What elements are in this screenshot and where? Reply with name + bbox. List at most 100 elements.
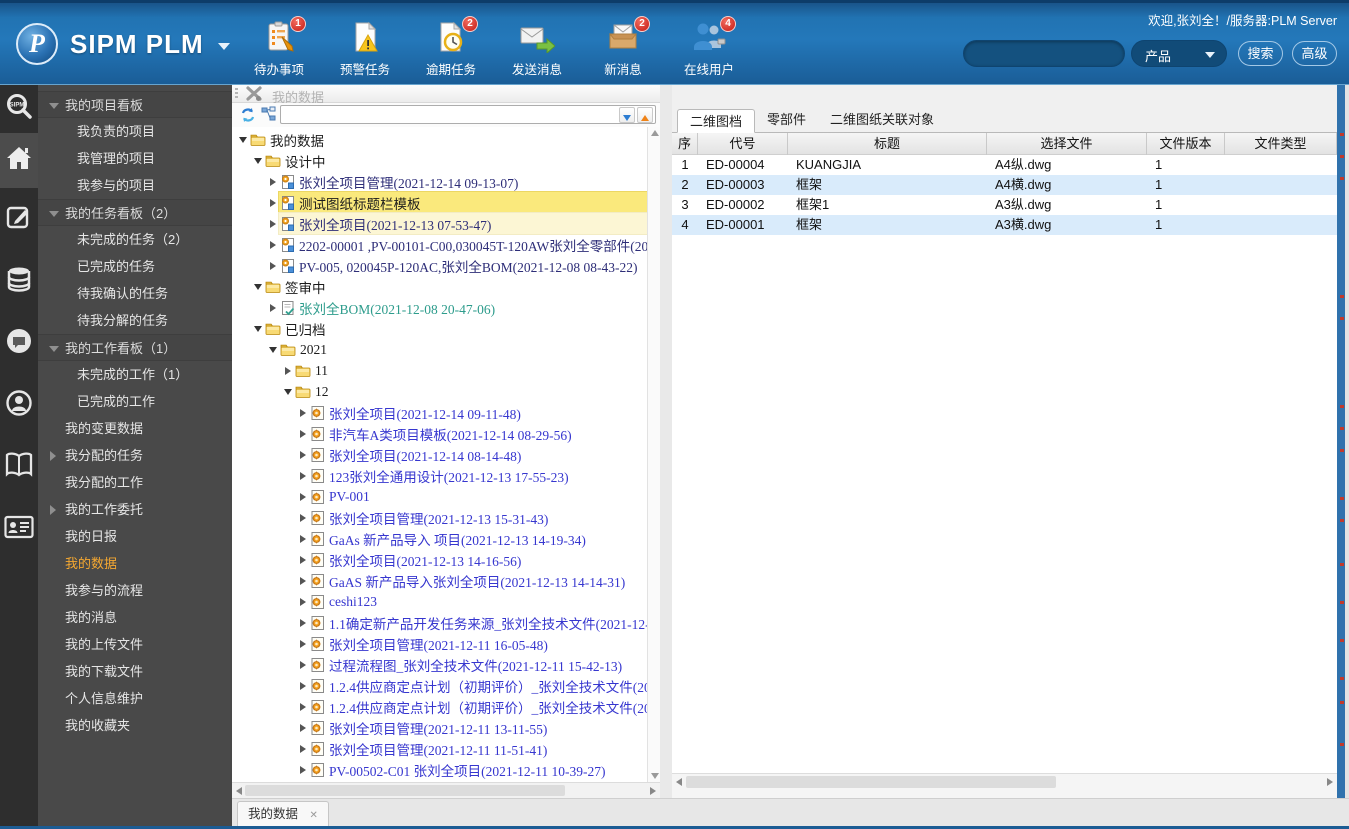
tree-expand-icon[interactable] (266, 177, 279, 186)
tree-expand-icon[interactable] (296, 534, 309, 543)
rail-item-support[interactable] (0, 374, 38, 436)
toolbar-item-online-users[interactable]: 4 在线用户 (678, 16, 740, 78)
sidebar-item[interactable]: 我的收藏夹 (38, 712, 232, 739)
sidebar-item[interactable]: 我的工作委托 (38, 496, 232, 523)
scrollbar-thumb[interactable] (245, 785, 565, 796)
toolbar-item-new-message[interactable]: 2 新消息 (592, 16, 654, 78)
tree-filter-input[interactable] (285, 107, 615, 122)
global-search-input[interactable] (974, 43, 1114, 64)
sidebar-item[interactable]: 我的任务看板（2） (38, 199, 232, 226)
tree-node[interactable]: 11 (232, 360, 647, 381)
sidebar-item[interactable]: 个人信息维护 (38, 685, 232, 712)
sidebar-item[interactable]: 我的下载文件 (38, 658, 232, 685)
sidebar-item[interactable]: 未完成的任务（2） (38, 226, 232, 253)
tree-expand-icon[interactable] (296, 450, 309, 459)
tree-collapse-icon[interactable] (281, 388, 294, 395)
panel-splitter[interactable] (660, 85, 672, 798)
sidebar-item[interactable]: 待我分解的任务 (38, 307, 232, 334)
tree-node[interactable]: GaAs 新产品导入 项目(2021-12-13 14-19-34) (232, 528, 647, 549)
drag-grip-icon[interactable] (235, 88, 238, 100)
tree-expand-icon[interactable] (296, 723, 309, 732)
org-tree-icon[interactable] (261, 106, 277, 127)
rail-item-home[interactable] (0, 133, 38, 188)
column-header[interactable]: 文件版本 (1147, 133, 1225, 155)
tree-node[interactable]: 12 (232, 381, 647, 402)
tree-node[interactable]: 1.2.4供应商定点计划（初期评价）_张刘全技术文件(2021-12 (232, 675, 647, 696)
sidebar-item[interactable]: 我分配的任务 (38, 442, 232, 469)
sidebar-item[interactable]: 我的上传文件 (38, 631, 232, 658)
sidebar-item[interactable]: 待我确认的任务 (38, 280, 232, 307)
sidebar-item[interactable]: 我的变更数据 (38, 415, 232, 442)
scroll-right-icon[interactable] (650, 787, 656, 795)
scroll-left-icon[interactable] (236, 787, 242, 795)
tree-expand-icon[interactable] (296, 408, 309, 417)
tree-node[interactable]: 已归档 (232, 318, 647, 339)
sidebar-item[interactable]: 我的工作看板（1） (38, 334, 232, 361)
tree-collapse-icon[interactable] (236, 136, 249, 143)
tree-node[interactable]: PV-00502-C01 张刘全项目(2021-12-11 10-39-27) (232, 759, 647, 780)
rail-item-chat[interactable] (0, 312, 38, 374)
tree-node[interactable]: 测试图纸标题栏模板 (232, 191, 647, 214)
column-header[interactable]: 标题 (788, 133, 987, 155)
tree-node[interactable]: 张刘全BOM(2021-12-08 20-47-06) (232, 297, 647, 318)
tree-node[interactable]: 1.2.4供应商定点计划（初期评价）_张刘全技术文件(2021-12 (232, 696, 647, 717)
refresh-icon[interactable] (239, 106, 257, 129)
column-header[interactable]: 序号 (672, 133, 698, 155)
tree-expand-icon[interactable] (266, 198, 279, 207)
tree-node[interactable]: 张刘全项目管理(2021-12-14 09-13-07) (232, 171, 647, 192)
tree-expand-icon[interactable] (296, 681, 309, 690)
close-icon[interactable]: ✕ (310, 804, 318, 828)
tree-node[interactable]: PV-005, 020045P-120AC,张刘全BOM(2021-12-08 … (232, 255, 647, 276)
bottom-tab-mydata[interactable]: 我的数据 ✕ (237, 801, 329, 827)
sidebar-item[interactable]: 我的日报 (38, 523, 232, 550)
tree-node[interactable]: 2021 (232, 339, 647, 360)
tree-node[interactable]: 设计中 (232, 150, 647, 171)
tree-node[interactable]: 张刘全项目管理(2021-12-11 11-51-41) (232, 738, 647, 759)
sidebar-item[interactable]: 我管理的项目 (38, 145, 232, 172)
table-row[interactable]: 2 ED-00003 框架 A4横.dwg 1 (672, 175, 1337, 195)
table-row[interactable]: 4 ED-00001 框架 A3横.dwg 1 (672, 215, 1337, 235)
table-horizontal-scrollbar[interactable] (672, 773, 1337, 790)
sidebar-item[interactable]: 我的消息 (38, 604, 232, 631)
sidebar-item[interactable]: 我的数据 (38, 550, 232, 577)
rail-item-database[interactable] (0, 250, 38, 312)
tree-node[interactable]: 张刘全项目管理(2021-12-11 13-11-55) (232, 717, 647, 738)
app-logo-menu[interactable]: P SIPM PLM (16, 23, 230, 65)
toolbar-item-send-message[interactable]: 发送消息 (506, 21, 568, 78)
table-row[interactable]: 1 ED-00004 KUANGJIA A4纵.dwg 1 (672, 155, 1337, 175)
column-header[interactable]: 文件类型 (1225, 133, 1337, 155)
toolbar-item-todo[interactable]: 1 待办事项 (248, 16, 310, 78)
tree-horizontal-scrollbar[interactable] (232, 782, 660, 798)
sidebar-item[interactable]: 已完成的工作 (38, 388, 232, 415)
tree-collapse-icon[interactable] (251, 283, 264, 290)
tree-expand-icon[interactable] (296, 765, 309, 774)
tree-node[interactable]: 1.1确定新产品开发任务来源_张刘全技术文件(2021-12-11 16 (232, 612, 647, 633)
tab-3[interactable]: 二维图纸关联对象 (818, 108, 946, 132)
tab-2[interactable]: 零部件 (755, 108, 818, 132)
column-header[interactable]: 代号 (698, 133, 788, 155)
advanced-search-button[interactable]: 高级 (1292, 41, 1337, 66)
tree-expand-icon[interactable] (296, 492, 309, 501)
sidebar-item[interactable]: 我的项目看板 (38, 91, 232, 118)
sidebar-item[interactable]: 我分配的工作 (38, 469, 232, 496)
tree-expand-icon[interactable] (281, 366, 294, 375)
table-row[interactable]: 3 ED-00002 框架1 A3纵.dwg 1 (672, 195, 1337, 215)
rail-item-book[interactable] (0, 436, 38, 498)
tree-node[interactable]: 2202-00001 ,PV-00101-C00,030045T-120AW张刘… (232, 234, 647, 255)
search-next-button[interactable] (619, 107, 635, 123)
tree-node[interactable]: 签审中 (232, 276, 647, 297)
tree-node[interactable]: 张刘全项目(2021-12-13 07-53-47) (232, 212, 647, 235)
tree-expand-icon[interactable] (266, 303, 279, 312)
tree-node[interactable]: ceshi123 (232, 591, 647, 612)
sidebar-item[interactable]: 未完成的工作（1） (38, 361, 232, 388)
tree-node[interactable]: PV-001 (232, 486, 647, 507)
tree-node[interactable]: 张刘全项目管理(2021-12-13 15-31-43) (232, 507, 647, 528)
tree-expand-icon[interactable] (296, 471, 309, 480)
tree-node[interactable]: GaAS 新产品导入张刘全项目(2021-12-13 14-14-31) (232, 570, 647, 591)
tree-expand-icon[interactable] (296, 576, 309, 585)
search-prev-button[interactable] (637, 107, 653, 123)
tree-node[interactable]: 张刘全项目管理(2021-12-11 16-05-48) (232, 633, 647, 654)
scrollbar-thumb[interactable] (686, 776, 1056, 788)
search-button[interactable]: 搜索 (1238, 41, 1283, 66)
sidebar-item[interactable]: 已完成的任务 (38, 253, 232, 280)
